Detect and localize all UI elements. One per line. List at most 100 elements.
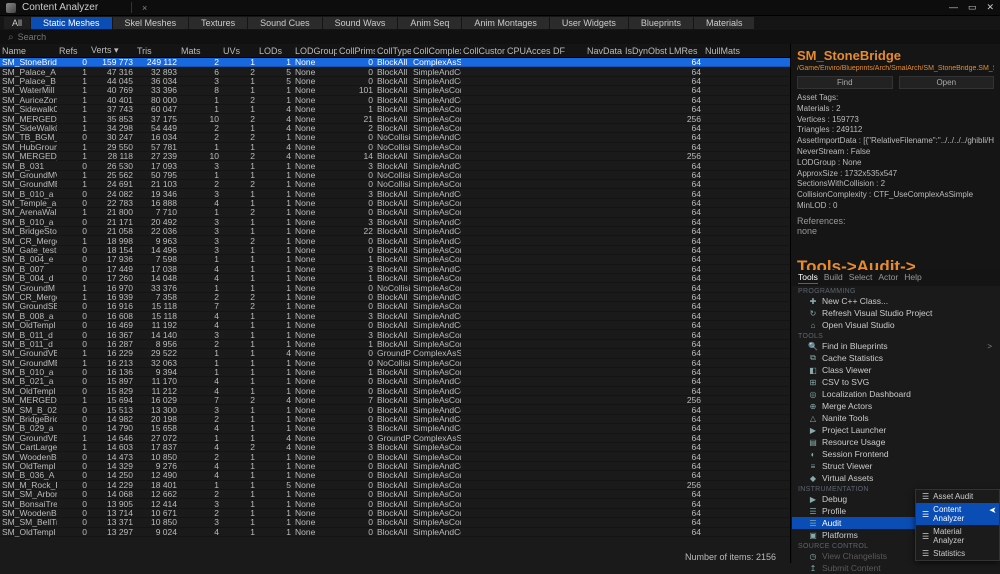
menu-item-find-in-blueprints[interactable]: 🔍Find in Blueprints> bbox=[792, 340, 1000, 352]
tab-static-meshes[interactable]: Static Meshes bbox=[31, 17, 112, 29]
menu-item-resource-usage[interactable]: ▤Resource Usage bbox=[792, 436, 1000, 448]
col-nm[interactable]: NullMats bbox=[703, 46, 743, 56]
col-nav[interactable]: NavData bbox=[585, 46, 623, 56]
col-df[interactable]: DF bbox=[551, 46, 585, 56]
tab-blueprints[interactable]: Blueprints bbox=[629, 17, 693, 29]
references-none: none bbox=[797, 226, 994, 236]
menu-item-icon: ☰ bbox=[808, 507, 818, 516]
titlebar: Content Analyzer × — ▭ ✕ bbox=[0, 0, 1000, 16]
col-collt[interactable]: CollType bbox=[375, 46, 411, 56]
menu-item-nanite-tools[interactable]: △Nanite Tools bbox=[792, 412, 1000, 424]
menu-item-icon: ◧ bbox=[808, 366, 818, 375]
col-lm[interactable]: LMRes bbox=[667, 46, 703, 56]
menu-item-new-c-class-[interactable]: ✚New C++ Class... bbox=[792, 295, 1000, 307]
references-label: References: bbox=[797, 216, 994, 226]
window-title: Content Analyzer bbox=[22, 2, 132, 13]
asset-property: AssetImportData : [{"RelativeFilename":"… bbox=[797, 136, 994, 147]
col-collu[interactable]: CollCustomiz bbox=[461, 46, 505, 56]
audit-submenu: ☰Asset Audit☰Content Analyzer☰Material A… bbox=[915, 489, 1000, 561]
menu-item-icon: 🔍 bbox=[808, 342, 818, 351]
menu-tab-select[interactable]: Select bbox=[849, 272, 873, 284]
asset-property: CollisionComplexity : CTF_UseComplexAsSi… bbox=[797, 190, 994, 201]
asset-name: SM_StoneBridge bbox=[797, 48, 994, 63]
search-bar: ⌕ bbox=[0, 30, 1000, 44]
table-header: NameRefsVerts ▾TrisMatsUVsLODsLODGroupCo… bbox=[0, 44, 790, 58]
menu-tab-tools[interactable]: Tools bbox=[798, 272, 818, 284]
tab-materials[interactable]: Materials bbox=[694, 17, 755, 29]
menu-item-icon: ◐ bbox=[808, 450, 818, 459]
asset-property: Vertices : 159773 bbox=[797, 115, 994, 126]
menu-item-localization-dashboard[interactable]: ◎Localization Dashboard bbox=[792, 388, 1000, 400]
tab-sound-wavs[interactable]: Sound Wavs bbox=[323, 17, 398, 29]
menu-item-merge-actors[interactable]: ⊕Merge Actors bbox=[792, 400, 1000, 412]
submenu-item-asset-audit[interactable]: ☰Asset Audit bbox=[916, 490, 999, 503]
menu-item-class-viewer[interactable]: ◧Class Viewer bbox=[792, 364, 1000, 376]
tab-all[interactable]: All bbox=[4, 17, 30, 29]
ue-logo bbox=[6, 3, 16, 13]
asset-table: NameRefsVerts ▾TrisMatsUVsLODsLODGroupCo… bbox=[0, 44, 790, 563]
col-uvs[interactable]: UVs bbox=[221, 46, 257, 56]
menu-item-icon: ⧉ bbox=[808, 353, 818, 363]
col-tris[interactable]: Tris bbox=[135, 46, 179, 56]
menu-item-icon: ▶ bbox=[808, 426, 818, 435]
col-lodg[interactable]: LODGroup bbox=[293, 46, 337, 56]
menu-item-icon: △ bbox=[808, 414, 818, 423]
asset-property: MinLOD : 0 bbox=[797, 201, 994, 212]
submenu-icon: ☰ bbox=[922, 549, 929, 558]
open-button[interactable]: Open bbox=[899, 76, 995, 89]
table-row[interactable]: SM_OldTempl013 2979 024411None0BlockAllS… bbox=[0, 528, 790, 537]
col-name[interactable]: Name bbox=[0, 46, 57, 56]
chevron-right-icon: > bbox=[987, 342, 992, 351]
col-cpu[interactable]: CPUAccess bbox=[505, 46, 551, 56]
menu-item-refresh-visual-studio-project[interactable]: ↻Refresh Visual Studio Project bbox=[792, 307, 1000, 319]
close-button[interactable]: ✕ bbox=[986, 2, 994, 13]
asset-property: LODGroup : None bbox=[797, 158, 994, 169]
col-lods[interactable]: LODs bbox=[257, 46, 293, 56]
menu-item-csv-to-svg[interactable]: ⊞CSV to SVG bbox=[792, 376, 1000, 388]
col-collp[interactable]: CollPrims bbox=[337, 46, 375, 56]
asset-path: /Game/Enviro/Blueprints/Arch/SmalArch/SM… bbox=[797, 65, 994, 72]
menu-group-label: TOOLS bbox=[792, 331, 1000, 340]
menu-tab-actor[interactable]: Actor bbox=[878, 272, 898, 284]
menu-item-icon: ◎ bbox=[808, 390, 818, 399]
tab-user-widgets[interactable]: User Widgets bbox=[550, 17, 628, 29]
asset-property: NeverStream : False bbox=[797, 147, 994, 158]
tab-textures[interactable]: Textures bbox=[189, 17, 247, 29]
find-button[interactable]: Find bbox=[797, 76, 893, 89]
menu-item-icon: ☰ bbox=[808, 519, 818, 528]
menu-item-virtual-assets[interactable]: ◆Virtual Assets bbox=[792, 472, 1000, 484]
search-input[interactable] bbox=[18, 32, 992, 42]
menu-tab-help[interactable]: Help bbox=[904, 272, 921, 284]
filter-tabbar: AllStatic MeshesSkel MeshesTexturesSound… bbox=[0, 16, 1000, 30]
tab-anim-seq[interactable]: Anim Seq bbox=[398, 17, 461, 29]
menu-item-cache-statistics[interactable]: ⧉Cache Statistics bbox=[792, 352, 1000, 364]
menu-item-icon: ≡ bbox=[808, 462, 818, 471]
tab-skel-meshes[interactable]: Skel Meshes bbox=[113, 17, 189, 29]
menu-item-icon: ▣ bbox=[808, 531, 818, 540]
menu-item-icon: ✚ bbox=[808, 297, 818, 306]
minimize-button[interactable]: — bbox=[949, 2, 958, 13]
menu-item-icon: ↻ bbox=[808, 309, 818, 318]
item-count: Number of items: 2156 bbox=[681, 551, 780, 563]
menu-item-project-launcher[interactable]: ▶Project Launcher bbox=[792, 424, 1000, 436]
maximize-button[interactable]: ▭ bbox=[968, 2, 977, 13]
col-mats[interactable]: Mats bbox=[179, 46, 221, 56]
tab-anim-montages[interactable]: Anim Montages bbox=[462, 17, 549, 29]
submenu-item-statistics[interactable]: ☰Statistics bbox=[916, 547, 999, 560]
submenu-item-content-analyzer[interactable]: ☰Content Analyzer bbox=[916, 503, 999, 525]
close-tab-icon[interactable]: × bbox=[142, 3, 147, 13]
menu-tab-build[interactable]: Build bbox=[824, 272, 843, 284]
tab-sound-cues[interactable]: Sound Cues bbox=[248, 17, 322, 29]
menu-item-icon: ↥ bbox=[808, 564, 818, 573]
menu-item-open-visual-studio[interactable]: ⌂Open Visual Studio bbox=[792, 319, 1000, 331]
asset-property: ApproxSize : 1732x535x547 bbox=[797, 169, 994, 180]
menu-item-struct-viewer[interactable]: ≡Struct Viewer bbox=[792, 460, 1000, 472]
col-refs[interactable]: Refs bbox=[57, 46, 89, 56]
menu-item-submit-content: ↥Submit Content bbox=[792, 562, 1000, 574]
submenu-item-material-analyzer[interactable]: ☰Material Analyzer bbox=[916, 525, 999, 547]
table-body[interactable]: SM_StoneBrid0159 773249 112211None0Block… bbox=[0, 58, 790, 563]
col-dyn[interactable]: IsDynObst bbox=[623, 46, 667, 56]
col-collc[interactable]: CollComplexit bbox=[411, 46, 461, 56]
menu-item-session-frontend[interactable]: ◐Session Frontend bbox=[792, 448, 1000, 460]
col-verts[interactable]: Verts ▾ bbox=[89, 45, 135, 56]
